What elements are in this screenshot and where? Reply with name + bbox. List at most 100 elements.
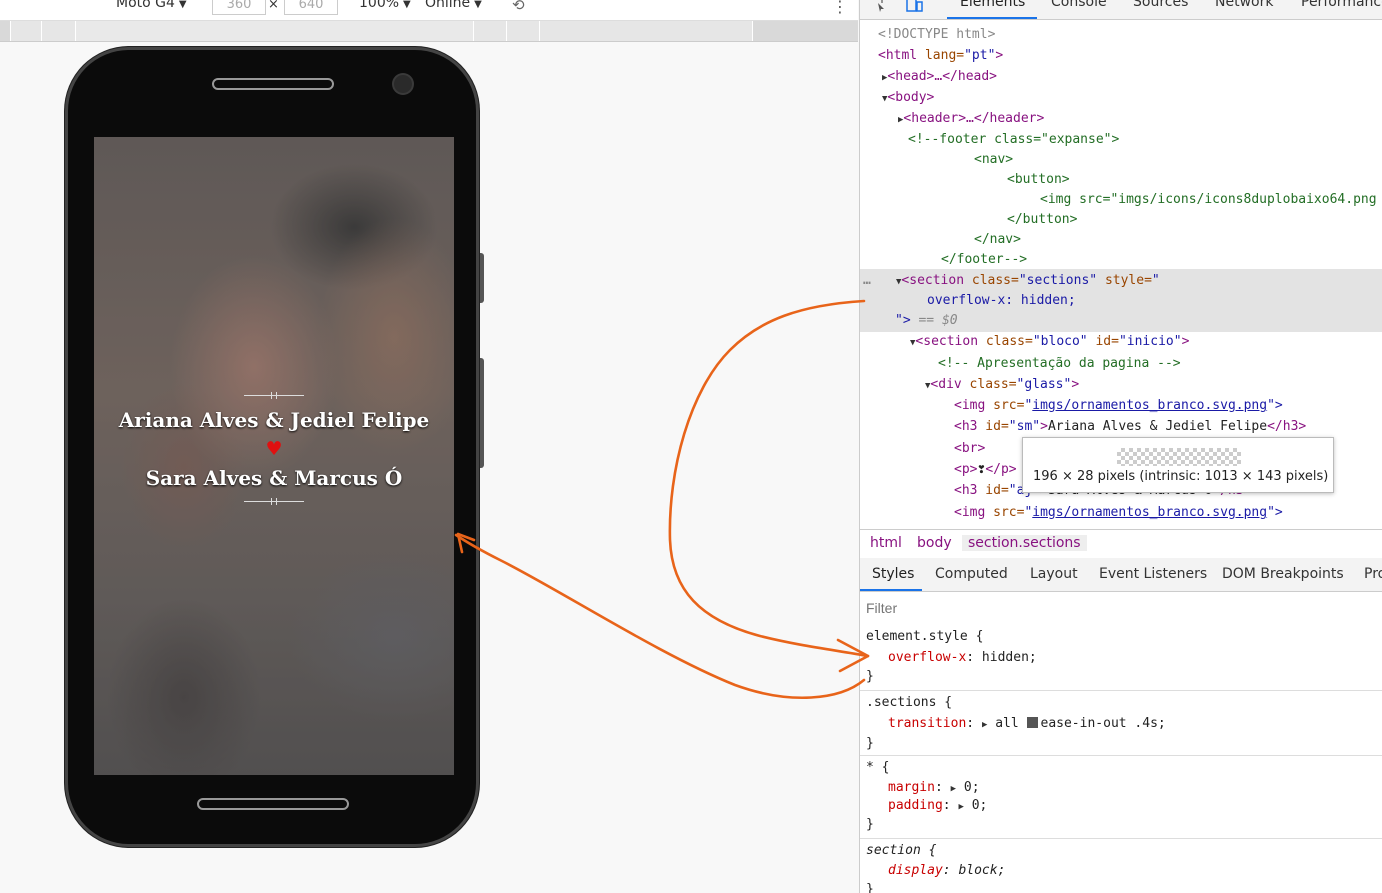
image-preview-tooltip: 196 × 28 pixels (intrinsic: 1013 × 143 p…	[1022, 437, 1334, 493]
node-actions-icon[interactable]: …	[863, 270, 871, 291]
tag: <head>…</head>	[887, 69, 997, 84]
comment-node[interactable]: <img src="imgs/icons/icons8duplobaixo64.…	[1040, 189, 1377, 210]
br-node[interactable]: <br>	[954, 438, 985, 459]
active-subtab-indicator	[860, 589, 922, 591]
network-label: Online	[425, 0, 471, 11]
attr-value: "sections"	[1018, 273, 1098, 288]
expand-triangle-icon[interactable]: ▶	[958, 802, 963, 812]
rule-selector[interactable]: element.style {	[866, 626, 983, 647]
breadcrumb-html[interactable]: html	[870, 535, 902, 551]
ruler-segment[interactable]	[76, 21, 473, 41]
ruler-divider	[473, 21, 474, 41]
ruler-divider	[539, 21, 540, 41]
comment-node[interactable]: <!--footer class="expanse">	[908, 129, 1119, 150]
image-preview-thumbnail	[1117, 448, 1241, 466]
h3-sm-node[interactable]: <h3 id="sm">Ariana Alves & Jediel Felipe…	[954, 416, 1306, 437]
annotation-arrow-style-to-screen	[454, 533, 866, 700]
tag: <h3	[954, 419, 978, 434]
devtools-tabbar: Elements Console Sources Network Perform…	[860, 0, 1382, 20]
css-value: ease-in-out .4s;	[1040, 716, 1166, 731]
attr-name: class=	[964, 273, 1019, 288]
ruler-segment[interactable]	[753, 21, 858, 41]
comment-node[interactable]: </footer-->	[941, 249, 1027, 270]
section-bloco-node[interactable]: ▼<section class="bloco" id="inicio">	[910, 331, 1189, 354]
tab-dom-breakpoints[interactable]: DOM Breakpoints	[1222, 566, 1344, 582]
tab-performance[interactable]: Performance	[1301, 0, 1382, 10]
css-property: transition	[888, 716, 967, 731]
div-glass-node[interactable]: ▼<div class="glass">	[925, 374, 1079, 397]
attr-value: ">	[1267, 505, 1283, 520]
tab-styles[interactable]: Styles	[872, 566, 914, 582]
height-input[interactable]: 640	[284, 0, 338, 15]
css-declaration[interactable]: transition: ▶ all ease-in-out .4s;	[888, 713, 1166, 736]
device-toolbar: Moto G4 ▼ 360 × 640 100% ▼ Online ▼ ⟲ ⋮	[0, 0, 858, 21]
p-node[interactable]: <p>❣</p>	[954, 459, 1017, 480]
attr-name: id=	[977, 419, 1009, 434]
tab-computed[interactable]: Computed	[935, 566, 1008, 582]
breadcrumb-section-sections[interactable]: section.sections	[962, 535, 1087, 551]
attr-value: ">	[1267, 398, 1283, 413]
easing-editor-icon[interactable]	[1026, 717, 1038, 728]
media-query-ruler[interactable]	[0, 21, 858, 42]
network-select[interactable]: Online ▼	[425, 0, 482, 11]
zoom-select[interactable]: 100% ▼	[359, 0, 411, 11]
tab-elements[interactable]: Elements	[960, 0, 1025, 10]
tab-console[interactable]: Console	[1051, 0, 1107, 10]
css-declaration[interactable]: display: block;	[888, 860, 1005, 881]
header-node[interactable]: ▶<header>…</header>	[898, 108, 1044, 131]
device-select[interactable]: Moto G4 ▼	[116, 0, 187, 11]
css-value: :	[966, 716, 982, 731]
tab-properties[interactable]: Pro	[1364, 566, 1382, 582]
comment-node[interactable]: <!-- Apresentação da pagina -->	[938, 353, 1181, 374]
css-value: 0;	[971, 798, 988, 813]
more-options-icon[interactable]: ⋮	[832, 0, 848, 16]
tag: <div	[930, 377, 962, 392]
device-toggle-icon[interactable]	[906, 0, 923, 12]
styles-filter	[860, 592, 1382, 623]
rule-selector[interactable]: .sections {	[866, 692, 952, 713]
rule-close: }	[866, 736, 874, 751]
rule-selector[interactable]: * {	[866, 757, 889, 778]
css-rule-section-useragent: section { display: block; }	[860, 839, 1382, 893]
expand-triangle-icon[interactable]: ▶	[982, 720, 987, 730]
tag: <p>	[954, 462, 978, 477]
comment-node[interactable]: <nav>	[974, 149, 1013, 170]
doctype-node[interactable]: <!DOCTYPE html>	[878, 24, 995, 45]
tab-sources[interactable]: Sources	[1133, 0, 1188, 10]
styles-subtabs: Styles Computed Layout Event Listeners D…	[860, 558, 1382, 592]
heart-icon: ♥	[265, 438, 283, 460]
css-property: margin	[888, 780, 935, 795]
rotate-icon[interactable]: ⟲	[512, 0, 525, 14]
tab-layout[interactable]: Layout	[1030, 566, 1078, 582]
text-node: Ariana Alves & Jediel Felipe	[1047, 419, 1268, 434]
inspect-element-icon[interactable]	[872, 0, 886, 12]
html-node[interactable]: <html lang="pt">	[878, 45, 1003, 66]
css-declaration[interactable]: padding: ▶ 0;	[888, 795, 987, 818]
img-node[interactable]: <img src="imgs/ornamentos_branco.svg.png…	[954, 502, 1283, 523]
tab-network[interactable]: Network	[1215, 0, 1273, 10]
tag: <body>	[887, 90, 935, 105]
styles-pane[interactable]: element.style { overflow-x: hidden; } .s…	[860, 622, 1382, 893]
attr-name: class=	[978, 334, 1033, 349]
rule-selector[interactable]: section {	[866, 840, 936, 861]
width-input[interactable]: 360	[212, 0, 266, 15]
head-node[interactable]: ▶<head>…</head>	[882, 66, 997, 89]
filter-input[interactable]	[864, 597, 1368, 619]
tag: <img	[954, 505, 986, 520]
css-declaration[interactable]: overflow-x: hidden;	[888, 647, 1037, 668]
breadcrumb-body[interactable]: body	[917, 535, 952, 551]
tab-event-listeners[interactable]: Event Listeners	[1099, 566, 1207, 582]
img-src-link[interactable]: imgs/ornamentos_branco.svg.png	[1032, 398, 1267, 413]
expand-triangle-icon[interactable]: ▶	[951, 784, 956, 794]
img-src-link[interactable]: imgs/ornamentos_branco.svg.png	[1032, 505, 1267, 520]
rule-close: }	[866, 882, 874, 893]
phone-screen[interactable]: Ariana Alves & Jediel Felipe ♥ Sara Alve…	[94, 137, 454, 775]
ruler-segment[interactable]	[0, 21, 10, 41]
attr-value: "glass"	[1016, 377, 1072, 392]
comment-node[interactable]: </button>	[1007, 209, 1077, 230]
comment-node[interactable]: </nav>	[974, 229, 1021, 250]
img-node[interactable]: <img src="imgs/ornamentos_branco.svg.png…	[954, 395, 1283, 416]
body-node[interactable]: ▼<body>	[882, 87, 934, 110]
attr-value: "sm"	[1008, 419, 1041, 434]
comment-node[interactable]: <button>	[1007, 169, 1070, 190]
